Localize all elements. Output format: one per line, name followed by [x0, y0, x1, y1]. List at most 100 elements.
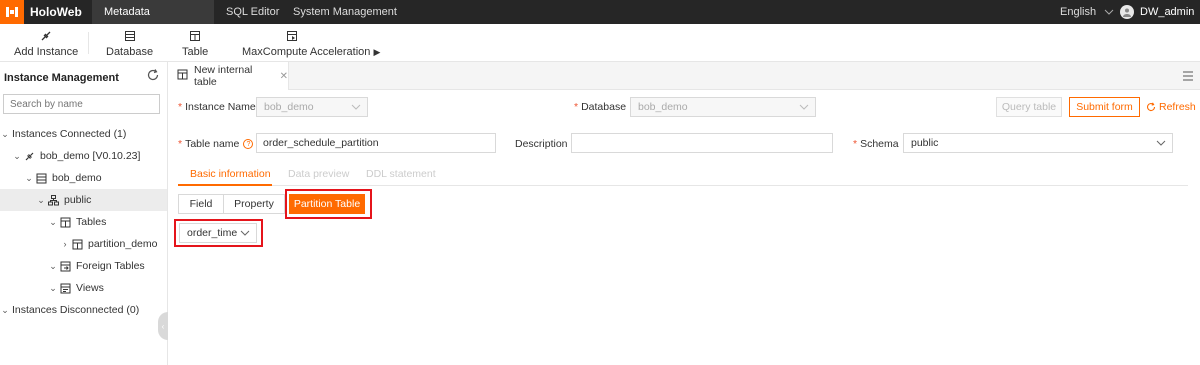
view-icon [58, 283, 72, 294]
refresh-icon [1147, 102, 1156, 112]
tree-instances-connected[interactable]: ⌄ Instances Connected (1) [0, 123, 167, 145]
refresh-button[interactable]: Refresh [1146, 101, 1196, 113]
avatar [1120, 5, 1134, 19]
chevron-down-icon: ⌄ [1, 304, 9, 315]
table-icon [70, 239, 84, 250]
instance-icon [22, 151, 36, 162]
tree-table-partition-demo[interactable]: › partition_demo [0, 233, 167, 255]
database-button[interactable]: Database [106, 29, 153, 58]
tree-label: Views [76, 282, 104, 294]
chevron-down-icon: ⌄ [49, 216, 57, 227]
tree-label: partition_demo [88, 238, 158, 250]
close-icon[interactable]: ✕ [280, 71, 288, 82]
toolbar: Add Instance Database Table MaxCompute A… [0, 24, 1200, 62]
detail-tabs: Basic information Data preview DDL state… [178, 162, 1188, 186]
database-field-label: * Database [574, 101, 627, 113]
chevron-down-icon: ⌄ [49, 260, 57, 271]
segment-field[interactable]: Field [178, 194, 224, 214]
toolbar-divider [88, 32, 89, 54]
highlight-box-partition-select [174, 219, 263, 247]
refresh-icon[interactable] [146, 68, 160, 85]
tab-data-preview[interactable]: Data preview [288, 168, 349, 180]
table-label: Table [182, 46, 209, 58]
chevron-down-icon: ⌄ [37, 194, 45, 205]
user-menu[interactable]: DW_admin [1120, 0, 1194, 24]
nav-metadata-management[interactable]: Metadata Management [92, 0, 214, 42]
editor-tab-bar: New internal table ✕ [169, 62, 1200, 90]
tab-new-internal-table[interactable]: New internal table ✕ [169, 62, 289, 90]
database-icon [124, 29, 136, 43]
instance-name-label: * Instance Name [178, 101, 256, 113]
chevron-down-icon [351, 104, 361, 110]
chevron-down-icon [1104, 9, 1114, 15]
schema-icon [46, 194, 60, 206]
language-switcher[interactable]: English [1060, 0, 1114, 24]
database-select: bob_demo [630, 97, 816, 117]
tree-label: Instances Disconnected (0) [12, 304, 140, 316]
segment-property[interactable]: Property [223, 194, 285, 214]
user-name: DW_admin [1140, 6, 1195, 18]
tree-instance-bob-demo[interactable]: ⌄ bob_demo [V0.10.23] [0, 145, 167, 167]
sidebar-collapse-handle[interactable]: ‹ [158, 312, 168, 340]
user-icon [1123, 8, 1131, 17]
caret-right-icon: ▶ [373, 47, 381, 57]
table-icon [58, 217, 72, 228]
chevron-down-icon: ⌄ [49, 282, 57, 293]
tab-label: New internal table [194, 64, 253, 88]
table-icon [177, 69, 188, 83]
chevron-right-icon: › [63, 239, 67, 249]
help-icon[interactable]: ? [243, 139, 254, 150]
table-button[interactable]: Table [182, 29, 208, 58]
nav-sql-editor[interactable]: SQL Editor [226, 0, 279, 24]
app-name: HoloWeb [30, 5, 82, 19]
tree-schema-public[interactable]: ⌄ public [0, 189, 167, 211]
chevron-down-icon: ⌄ [1, 128, 9, 139]
description-label: Description [515, 138, 568, 150]
tree-views[interactable]: ⌄ Views [0, 277, 167, 299]
logo-icon [0, 0, 24, 24]
schema-label: * Schema [853, 138, 899, 150]
nav-system-management[interactable]: System Management [293, 0, 397, 24]
description-input[interactable] [571, 133, 833, 153]
table-name-input[interactable]: order_schedule_partition [256, 133, 496, 153]
hamburger-menu-icon[interactable] [1182, 70, 1194, 84]
maxcompute-acceleration-button[interactable]: MaxCompute Acceleration ▶ [242, 29, 380, 58]
tab-basic-information[interactable]: Basic information [190, 168, 271, 180]
foreign-table-icon [58, 261, 72, 272]
tree-foreign-tables[interactable]: ⌄ Foreign Tables [0, 255, 167, 277]
chevron-left-icon: ‹ [161, 321, 165, 331]
tree-label: Tables [76, 216, 107, 228]
tree-label: bob_demo [V0.10.23] [40, 150, 141, 162]
tree-label: public [64, 194, 92, 206]
chevron-down-icon [1156, 140, 1166, 146]
plug-icon [40, 29, 52, 43]
top-bar: HoloWeb Metadata Management SQL Editor S… [0, 0, 1200, 42]
highlight-box-partition-tab [285, 189, 372, 219]
table-icon [189, 29, 201, 43]
tree-label: bob_demo [52, 172, 102, 184]
tree-label: Instances Connected (1) [12, 128, 127, 140]
chevron-down-icon: ⌄ [13, 150, 21, 161]
search-input[interactable] [3, 94, 160, 114]
language-label: English [1060, 6, 1097, 18]
sidebar-title: Instance Management [4, 72, 119, 84]
sidebar: Instance Management ⌄ Instances Connecte… [0, 62, 168, 365]
tree-label: Foreign Tables [76, 260, 145, 272]
accelerate-table-icon [286, 29, 298, 43]
instance-name-select: bob_demo [256, 97, 368, 117]
database-icon [34, 173, 48, 184]
add-instance-label: Add Instance [14, 46, 79, 58]
tree-database-bob-demo[interactable]: ⌄ bob_demo [0, 167, 167, 189]
add-instance-button[interactable]: Add Instance [14, 29, 78, 58]
chevron-down-icon: ⌄ [25, 172, 33, 183]
maxcompute-label: MaxCompute Acceleration ▶ [242, 46, 381, 58]
tree-tables[interactable]: ⌄ Tables [0, 211, 167, 233]
schema-select[interactable]: public [903, 133, 1173, 153]
query-table-button[interactable]: Query table [996, 97, 1062, 117]
submit-form-button[interactable]: Submit form [1069, 97, 1140, 117]
tree-instances-disconnected[interactable]: ⌄ Instances Disconnected (0) [0, 299, 167, 321]
chevron-down-icon [799, 104, 809, 110]
active-tab-indicator [178, 184, 272, 186]
tab-ddl-statement[interactable]: DDL statement [366, 168, 436, 180]
table-name-label: * Table name? [178, 138, 254, 150]
